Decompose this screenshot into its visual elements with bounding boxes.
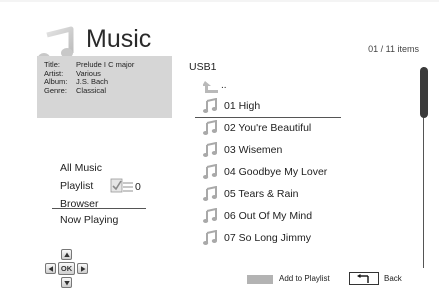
arrow-right-icon: [81, 266, 86, 272]
navigation-pad: OK: [44, 246, 94, 290]
folder-up-icon: [203, 81, 218, 93]
music-note-icon: [203, 119, 217, 135]
track-label: 05 Tears & Rain: [224, 188, 299, 200]
menu-selection-underline: [52, 208, 146, 209]
nav-right-button[interactable]: [77, 263, 88, 274]
arrow-left-icon: [48, 266, 53, 272]
info-genre-value: Classical: [76, 85, 107, 95]
playlist-count: 0: [135, 181, 141, 193]
nav-up-button[interactable]: [61, 249, 72, 260]
menu-item-playlist[interactable]: Playlist: [60, 180, 93, 192]
item-count: 01 / 11 items: [368, 44, 419, 54]
info-genre-key: Genre:: [44, 85, 67, 95]
track-info: Title: Prelude I C major Artist: Various…: [44, 60, 166, 95]
menu-item-all-music[interactable]: All Music: [60, 162, 102, 174]
parent-folder-label: ..: [221, 80, 227, 91]
top-edge: [0, 0, 439, 2]
track-label: 01 High: [224, 100, 261, 112]
back-button[interactable]: [349, 272, 379, 285]
playlist-icon: [110, 178, 133, 193]
app-title: Music: [86, 25, 152, 53]
arrow-up-icon: [64, 252, 70, 257]
add-to-playlist-label[interactable]: Add to Playlist: [279, 274, 330, 283]
add-to-playlist-key: [247, 275, 273, 284]
ok-button[interactable]: OK: [58, 262, 75, 275]
nav-left-button[interactable]: [45, 263, 56, 274]
menu-item-now-playing[interactable]: Now Playing: [60, 214, 118, 226]
track-label: 06 Out Of My Mind: [224, 210, 313, 222]
music-note-icon: [203, 141, 217, 157]
music-note-icon: [203, 229, 217, 245]
music-note-icon: [203, 163, 217, 179]
track-label: 04 Goodbye My Lover: [224, 166, 328, 178]
back-label: Back: [384, 274, 402, 283]
track-label: 03 Wisemen: [224, 144, 283, 156]
music-note-icon: [203, 97, 217, 113]
return-arrow-icon: [357, 274, 369, 283]
selected-row-underline: [195, 117, 341, 118]
scrollbar-thumb[interactable]: [420, 67, 428, 118]
music-note-icon: [203, 185, 217, 201]
arrow-down-icon: [64, 281, 70, 286]
track-label: 07 So Long Jimmy: [224, 232, 311, 244]
track-label: 02 You're Beautiful: [224, 122, 312, 134]
music-note-icon: [203, 207, 217, 223]
nav-down-button[interactable]: [61, 277, 72, 288]
folder-name: USB1: [189, 61, 217, 73]
